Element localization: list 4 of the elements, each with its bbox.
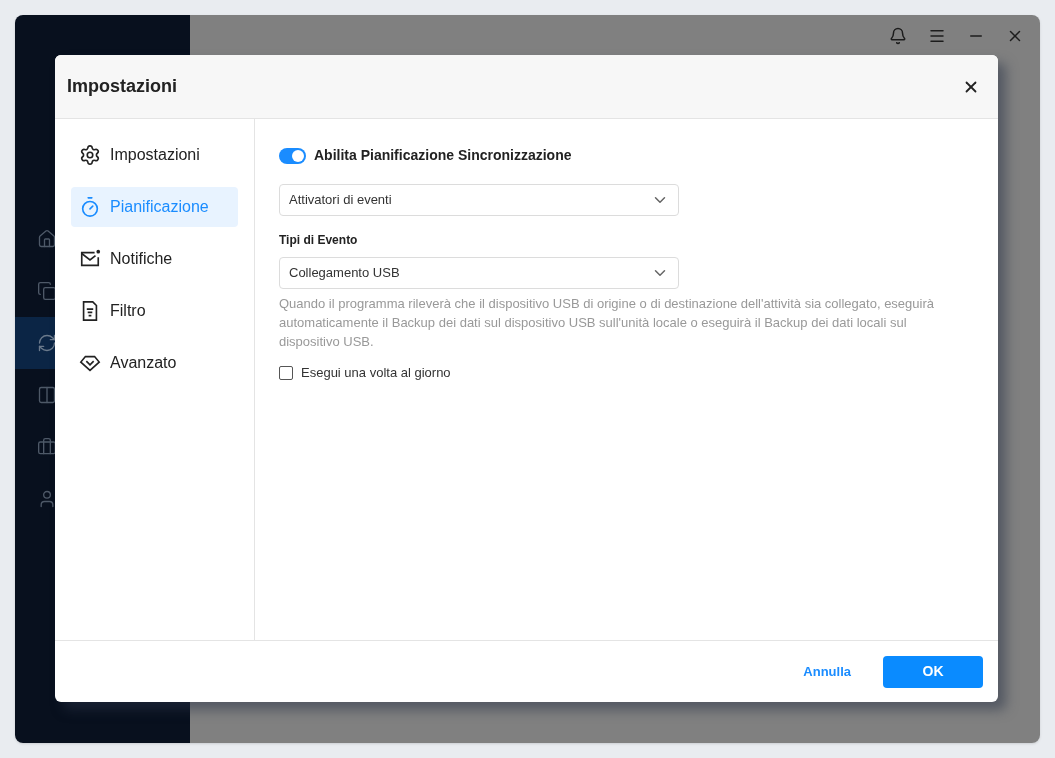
- dialog-title: Impostazioni: [67, 75, 177, 98]
- field-label: Tipi di Evento: [279, 232, 359, 249]
- toggle-label: Abilita Pianificazione Sincronizzazione: [314, 146, 572, 165]
- description-text: Quando il programma rileverà che il dispositivo USB di origine o di destinazione dell'attività sia collegato, eseguirà automaticamente il Backup dei dati sul dispositivo USB sull'unità locale o eseguirà il Backup dei dati locali sul dispositivo USB.: [279, 295, 935, 351]
